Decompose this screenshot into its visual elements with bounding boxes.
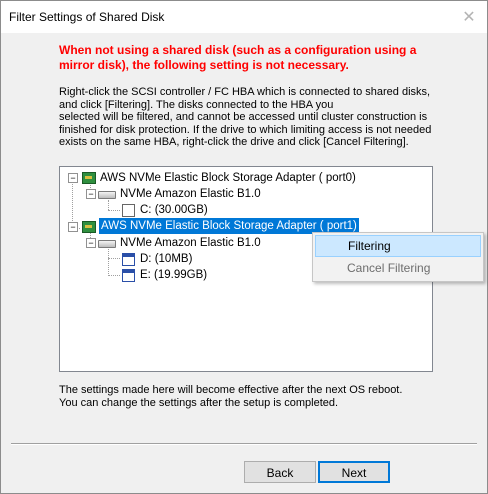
expand-toggle-disk-0[interactable]: − bbox=[86, 189, 96, 199]
tree-node-volume-d[interactable]: D: (10MB) bbox=[140, 251, 192, 267]
reboot-note: The settings made here will become effec… bbox=[59, 384, 439, 410]
tree-node-adapter-port0[interactable]: AWS NVMe Elastic Block Storage Adapter (… bbox=[100, 170, 356, 186]
volume-icon bbox=[122, 253, 135, 266]
hba-card-icon bbox=[82, 221, 96, 233]
tree-connector bbox=[108, 275, 120, 276]
context-menu: Filtering Cancel Filtering bbox=[312, 232, 484, 282]
title-bar: Filter Settings of Shared Disk ✕ bbox=[1, 1, 487, 33]
instructions-line: exists on the same HBA, right-click the … bbox=[59, 136, 409, 148]
instructions-line: finished for disk protection. If the dri… bbox=[59, 123, 432, 136]
close-icon[interactable]: ✕ bbox=[455, 3, 483, 31]
next-button[interactable]: Next bbox=[318, 461, 390, 483]
tree-node-volume-c[interactable]: C: (30.00GB) bbox=[140, 202, 208, 218]
reboot-note-line: The settings made here will become effec… bbox=[59, 384, 403, 396]
instructions-line: and click [Filtering]. The disks connect… bbox=[59, 98, 334, 111]
expand-toggle-disk-1[interactable]: − bbox=[86, 238, 96, 248]
footer-divider bbox=[11, 443, 477, 445]
expand-toggle-adapter-0[interactable]: − bbox=[68, 173, 78, 183]
expand-toggle-adapter-1[interactable]: − bbox=[68, 222, 78, 232]
disk-drive-icon bbox=[98, 240, 116, 248]
tree-node-disk-1[interactable]: NVMe Amazon Elastic B1.0 bbox=[120, 235, 261, 251]
disk-drive-icon bbox=[98, 191, 116, 199]
tree-connector bbox=[108, 249, 109, 276]
menu-item-filtering[interactable]: Filtering bbox=[315, 235, 481, 257]
back-button[interactable]: Back bbox=[244, 461, 316, 483]
instructions-text: Right-click the SCSI controller / FC HBA… bbox=[59, 86, 439, 149]
menu-item-cancel-filtering[interactable]: Cancel Filtering bbox=[315, 257, 481, 279]
tree-connector bbox=[108, 258, 120, 259]
volume-icon bbox=[122, 204, 135, 217]
tree-node-volume-e[interactable]: E: (19.99GB) bbox=[140, 267, 207, 283]
window-title: Filter Settings of Shared Disk bbox=[9, 10, 165, 24]
warning-message: When not using a shared disk (such as a … bbox=[59, 43, 417, 72]
tree-connector bbox=[108, 200, 109, 210]
volume-icon bbox=[122, 269, 135, 282]
dialog-window: Filter Settings of Shared Disk ✕ When no… bbox=[0, 0, 488, 494]
tree-node-disk-0[interactable]: NVMe Amazon Elastic B1.0 bbox=[120, 186, 261, 202]
instructions-line: Right-click the SCSI controller / FC HBA… bbox=[59, 86, 431, 98]
reboot-note-line: You can change the settings after the se… bbox=[59, 397, 339, 409]
instructions-line: selected will be filtered, and cannot be… bbox=[59, 111, 428, 123]
tree-connector bbox=[108, 210, 120, 211]
hba-card-icon bbox=[82, 172, 96, 184]
